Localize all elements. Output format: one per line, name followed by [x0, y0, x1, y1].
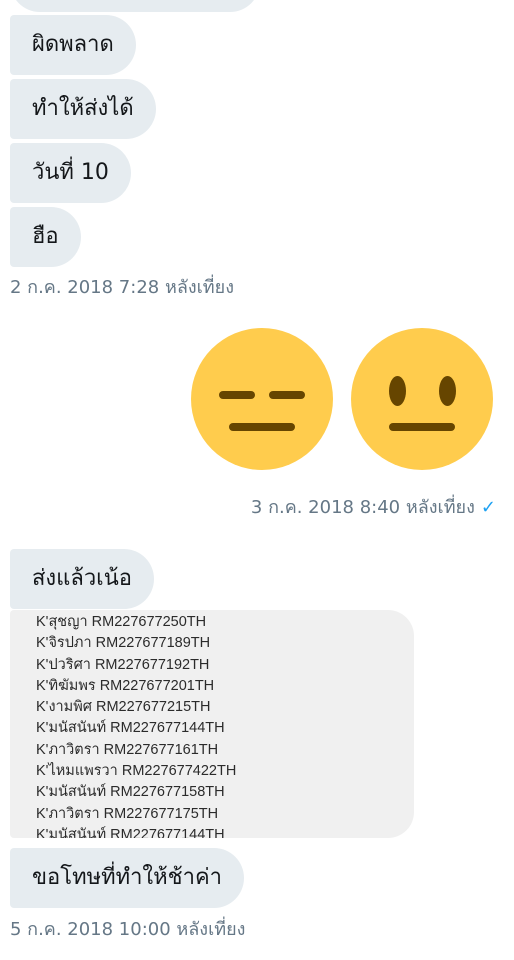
message-bubble[interactable]: ผิดพลาด [10, 15, 136, 75]
read-receipt-icon: ✓ [480, 497, 496, 518]
tracking-entry: K'สุชญา RM227677250TH [36, 614, 207, 630]
right-eye-line [269, 391, 305, 399]
left-eye [389, 376, 406, 406]
tracking-entry: K'มนัสนันท์ RM227677144TH [36, 826, 225, 838]
mouth-line [389, 423, 455, 431]
message-bubble[interactable]: ทำให้ส่งได้ [10, 79, 156, 139]
message-bubble[interactable]: วันที่ 10 [10, 143, 131, 203]
tracking-entry: K'ปวริศา RM227677192TH [36, 656, 210, 673]
tracking-entry: K'ภาวิตรา RM227677161TH [36, 741, 219, 758]
message-text: ฮือ [32, 224, 59, 249]
mouth-line [229, 423, 295, 431]
tracking-entry: K'ไหมแพรวา RM227677422TH [36, 763, 237, 780]
message-bubble[interactable]: ส่งแล้วเน้อ [10, 549, 154, 609]
tracking-entry: K'มนัสนันท์ RM227677158TH [36, 784, 225, 801]
message-timestamp: 2 ก.ค. 2018 7:28 หลังเที่ยง [10, 277, 234, 298]
tracking-entry: K'ทิฆัมพร RM227677201TH [36, 677, 215, 694]
message-text: ส่งแล้วเน้อ [32, 566, 132, 591]
expressionless-face-emoji[interactable] [191, 328, 333, 470]
neutral-face-emoji[interactable] [351, 328, 493, 470]
tracking-entry: K'งามพิศ RM227677215TH [36, 699, 211, 716]
message-text: วันที่ 10 [32, 160, 109, 185]
message-bubble-partial [10, 0, 260, 12]
message-bubble[interactable]: ขอโทษที่ทำให้ช้าค่า [10, 848, 245, 908]
left-eye-line [219, 391, 255, 399]
message-text: ผิดพลาด [32, 32, 114, 57]
tracking-image-message[interactable]: K'สุชญา RM227677250TH K'จิรปภา RM2276771… [10, 610, 414, 838]
tracking-entry: K'ภาวิตรา RM227677175TH [36, 805, 219, 822]
tracking-entry: K'จิรปภา RM227677189TH [36, 635, 211, 652]
message-bubble[interactable]: ฮือ [10, 207, 81, 267]
sent-timestamp: 3 ก.ค. 2018 8:40 หลังเที่ยง ✓ [251, 492, 496, 521]
message-text: ทำให้ส่งได้ [32, 96, 134, 121]
sent-timestamp-text: 3 ก.ค. 2018 8:40 หลังเที่ยง [250, 497, 475, 518]
message-timestamp: 5 ก.ค. 2018 10:00 หลังเที่ยง [10, 919, 246, 940]
right-eye [439, 376, 456, 406]
message-text: ขอโทษที่ทำให้ช้าค่า [32, 865, 223, 890]
tracking-entry: K'มนัสนันท์ RM227677144TH [36, 720, 225, 737]
